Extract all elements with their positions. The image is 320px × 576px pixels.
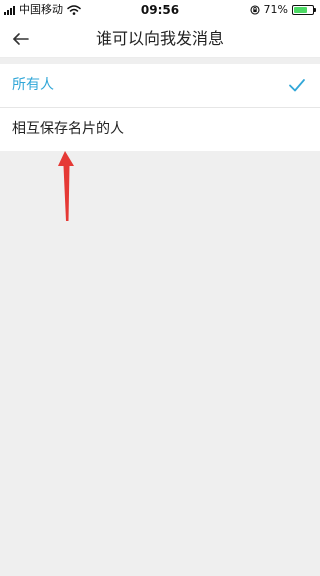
status-bar: 中国移动 09:56 71% (0, 0, 320, 20)
option-label: 所有人 (12, 77, 54, 93)
status-right: 71% (249, 3, 316, 17)
option-everyone[interactable]: 所有人 (0, 64, 320, 107)
red-arrow-annotation (56, 150, 78, 222)
message-permission-options: 所有人 相互保存名片的人 (0, 64, 320, 151)
arrow-left-icon (13, 33, 29, 45)
battery-icon (292, 5, 316, 15)
back-button[interactable] (8, 26, 34, 52)
phone-screen: 中国移动 09:56 71% 谁可以向我发消息 所有人 相互保存名片的人 (0, 0, 320, 576)
battery-level-fill (294, 7, 307, 13)
rotation-lock-icon (249, 5, 260, 15)
option-mutual-contacts[interactable]: 相互保存名片的人 (0, 107, 320, 151)
navigation-bar: 谁可以向我发消息 (0, 20, 320, 58)
checkmark-icon (288, 77, 306, 93)
option-label: 相互保存名片的人 (12, 121, 124, 137)
page-title: 谁可以向我发消息 (95, 29, 224, 48)
battery-percentage: 71% (263, 3, 288, 16)
